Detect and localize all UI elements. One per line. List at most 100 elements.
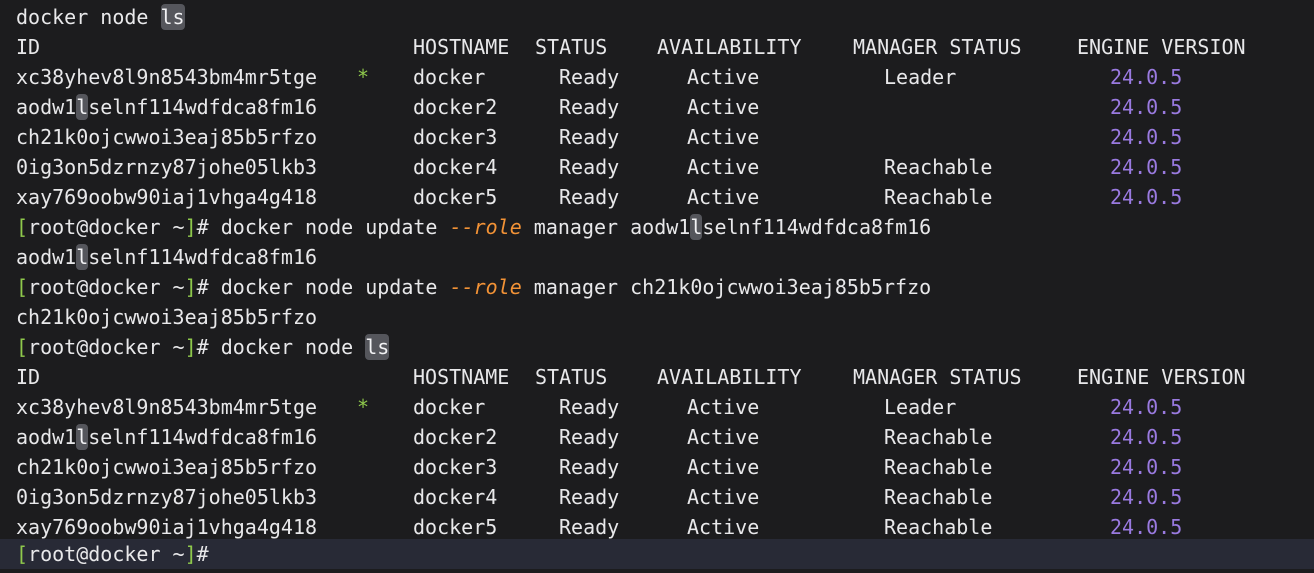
cell-node-id-highlight: l <box>76 424 89 450</box>
cell-engine-version: 24.0.5 <box>1110 155 1183 179</box>
cell-availability: Active <box>687 485 760 509</box>
terminal-window[interactable]: docker node ls ID HOSTNAME STATUS AVAILABIL… <box>0 0 1314 573</box>
cell-manager-status: Reachable <box>884 425 993 449</box>
cell-node-id-prefix: aodw1 <box>16 95 77 119</box>
table-row: ch21k0ojcwwoi3eaj85b5rfzo docker3 Ready Act… <box>0 122 1314 152</box>
table-row: xay769oobw90iaj1vhga4g418 docker5 Ready Act… <box>0 182 1314 212</box>
cell-status: Ready <box>559 125 620 149</box>
output-line-ch21-echo: ch21k0ojcwwoi3eaj85b5rfzo <box>0 302 1314 332</box>
cell-availability: Active <box>687 455 760 479</box>
cell-status: Ready <box>559 95 620 119</box>
prompt-sigil: # <box>196 542 209 566</box>
cell-engine-version: 24.0.5 <box>1110 65 1183 89</box>
cell-node-id-highlight: l <box>76 94 89 120</box>
cell-availability: Active <box>687 515 760 539</box>
cell-availability: Active <box>687 125 760 149</box>
output-node-id-suffix: selnf114wdfdca8fm16 <box>88 245 318 269</box>
command-line-node-ls: [root@docker ~]# docker node ls <box>0 332 1314 362</box>
cell-node-id-suffix: selnf114wdfdca8fm16 <box>88 95 318 119</box>
cell-availability: Active <box>687 65 760 89</box>
cell-manager-status: Reachable <box>884 485 993 509</box>
prompt-open-bracket: [ <box>16 335 29 359</box>
leader-star-icon: * <box>357 395 370 419</box>
cell-node-id-prefix: xay769oobw90iaj1vhga4g418 <box>16 185 318 209</box>
cell-status: Ready <box>559 185 620 209</box>
command-text: docker node update <box>220 215 450 239</box>
cell-manager-status: Leader <box>884 65 957 89</box>
cell-node-id-prefix: aodw1 <box>16 425 77 449</box>
command-flag-role: --role <box>449 215 522 239</box>
header-status: STATUS <box>535 365 608 389</box>
search-highlight-l: l <box>76 244 89 270</box>
cell-engine-version: 24.0.5 <box>1110 425 1183 449</box>
cell-node-id-suffix: selnf114wdfdca8fm16 <box>88 425 318 449</box>
command-node-id-suffix: selnf114wdfdca8fm16 <box>702 215 932 239</box>
header-manager-status: MANAGER STATUS <box>853 35 1022 59</box>
prompt-open-bracket: [ <box>16 542 29 566</box>
cell-node-id-prefix: ch21k0ojcwwoi3eaj85b5rfzo <box>16 125 318 149</box>
cell-manager-status: Reachable <box>884 185 993 209</box>
prompt-user-host: root@docker ~ <box>28 215 185 239</box>
current-prompt-line[interactable]: [root@docker ~]# <box>0 539 1314 569</box>
command-node-id: ch21k0ojcwwoi3eaj85b5rfzo <box>630 275 932 299</box>
prompt-sigil: # <box>196 215 209 239</box>
command-line-node-ls-top: docker node ls <box>0 2 1314 32</box>
cell-status: Ready <box>559 395 620 419</box>
prompt-close-bracket: ] <box>184 542 197 566</box>
cell-status: Ready <box>559 455 620 479</box>
table-row: 0ig3on5dzrnzy87johe05lkb3 docker4 Ready Act… <box>0 152 1314 182</box>
command-text: docker node <box>220 335 366 359</box>
cell-hostname: docker4 <box>413 485 498 509</box>
table-row: 0ig3on5dzrnzy87johe05lkb3 docker4 Ready Act… <box>0 482 1314 512</box>
prompt-close-bracket: ] <box>184 275 197 299</box>
header-availability: AVAILABILITY <box>657 35 802 59</box>
cell-hostname: docker <box>413 65 486 89</box>
prompt-user-host: root@docker ~ <box>28 275 185 299</box>
prompt-close-bracket: ] <box>184 335 197 359</box>
table-row: aodw1lselnf114wdfdca8fm16 docker2 Ready Act… <box>0 92 1314 122</box>
cell-engine-version: 24.0.5 <box>1110 125 1183 149</box>
cell-manager-status: Reachable <box>884 455 993 479</box>
command-line-update-ch21: [root@docker ~]# docker node update --ro… <box>0 272 1314 302</box>
table-row: xc38yhev8l9n8543bm4mr5tge * docker Ready Act… <box>0 392 1314 422</box>
leader-star-icon: * <box>357 65 370 89</box>
cell-engine-version: 24.0.5 <box>1110 95 1183 119</box>
cell-status: Ready <box>559 485 620 509</box>
cell-engine-version: 24.0.5 <box>1110 185 1183 209</box>
prompt-close-bracket: ] <box>184 215 197 239</box>
cell-node-id-prefix: 0ig3on5dzrnzy87johe05lkb3 <box>16 155 318 179</box>
cell-node-id-prefix: xay769oobw90iaj1vhga4g418 <box>16 515 318 539</box>
table-row: xay769oobw90iaj1vhga4g418 docker5 Ready Act… <box>0 512 1314 542</box>
command-flag-role: --role <box>449 275 522 299</box>
cell-engine-version: 24.0.5 <box>1110 485 1183 509</box>
cell-availability: Active <box>687 185 760 209</box>
command-text: docker node <box>16 5 161 29</box>
cell-hostname: docker5 <box>413 515 498 539</box>
command-text: docker node update <box>220 275 450 299</box>
output-line-aodw-echo: aodw1lselnf114wdfdca8fm16 <box>0 242 1314 272</box>
search-highlight-ls: ls <box>365 334 390 360</box>
output-node-id: ch21k0ojcwwoi3eaj85b5rfzo <box>16 305 318 329</box>
cell-engine-version: 24.0.5 <box>1110 455 1183 479</box>
cell-hostname: docker3 <box>413 455 498 479</box>
cell-availability: Active <box>687 395 760 419</box>
cell-manager-status: Leader <box>884 395 957 419</box>
prompt-open-bracket: [ <box>16 275 29 299</box>
header-id: ID <box>16 365 41 389</box>
cell-manager-status: Reachable <box>884 155 993 179</box>
cell-availability: Active <box>687 155 760 179</box>
cell-hostname: docker4 <box>413 155 498 179</box>
header-hostname: HOSTNAME <box>413 365 510 389</box>
header-hostname: HOSTNAME <box>413 35 510 59</box>
search-highlight-l: l <box>690 214 703 240</box>
cell-status: Ready <box>559 65 620 89</box>
search-highlight-ls: ls <box>160 4 185 30</box>
prompt-sigil: # <box>196 335 209 359</box>
cell-engine-version: 24.0.5 <box>1110 515 1183 539</box>
table-row: xc38yhev8l9n8543bm4mr5tge * docker Ready Act… <box>0 62 1314 92</box>
header-availability: AVAILABILITY <box>657 365 802 389</box>
cell-engine-version: 24.0.5 <box>1110 395 1183 419</box>
